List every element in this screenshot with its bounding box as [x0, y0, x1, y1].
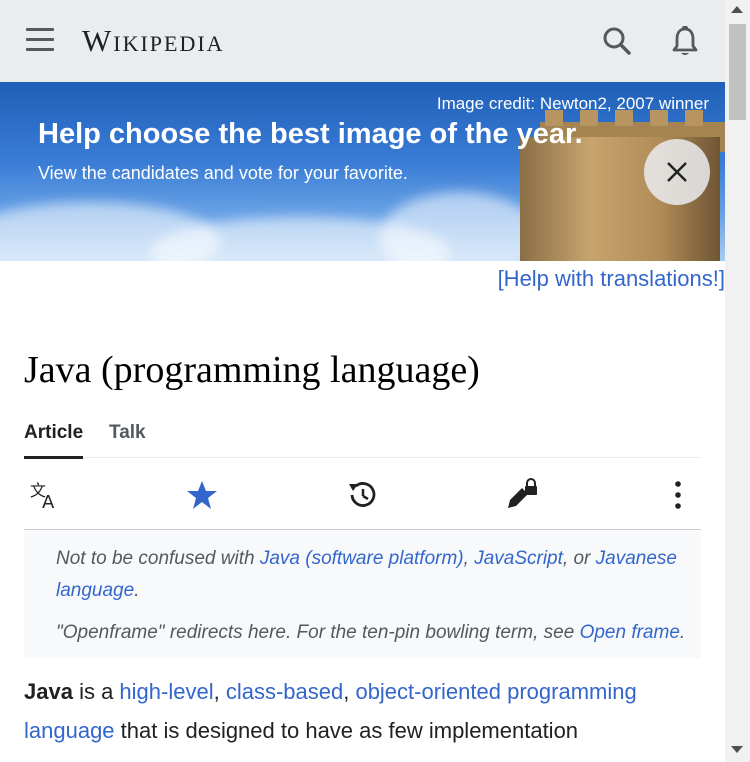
image-credit[interactable]: Image credit: Newton2, 2007 winner: [437, 94, 709, 114]
image-of-the-year-banner[interactable]: Image credit: Newton2, 2007 winner Help …: [0, 82, 725, 261]
hatnote-redirect: "Openframe" redirects here. For the ten-…: [56, 622, 686, 643]
tab-article[interactable]: Article: [24, 422, 84, 459]
search-icon[interactable]: [600, 24, 634, 58]
tab-talk[interactable]: Talk: [109, 422, 146, 456]
wikipedia-logo[interactable]: Wikipedia: [82, 23, 225, 59]
edit-lock-icon[interactable]: [504, 478, 540, 512]
hatnote-disambiguation: Not to be confused with Java (software p…: [56, 548, 677, 601]
more-icon[interactable]: [660, 478, 696, 512]
scroll-down-arrow-icon[interactable]: [731, 746, 743, 753]
menu-icon[interactable]: [26, 28, 54, 52]
scrollbar-thumb[interactable]: [729, 24, 746, 120]
header-bar: Wikipedia: [0, 0, 725, 82]
hatnote-box: Not to be confused with Java (software p…: [24, 531, 701, 658]
language-icon[interactable]: 文 A: [28, 478, 64, 513]
namespace-tabs: Article Talk: [24, 420, 701, 459]
star-icon[interactable]: [184, 478, 220, 512]
link-javascript[interactable]: JavaScript: [474, 548, 563, 569]
link-java-software-platform[interactable]: Java (software platform): [260, 548, 464, 569]
close-icon[interactable]: [644, 139, 710, 205]
link-high-level[interactable]: high-level: [119, 679, 213, 704]
scrollbar[interactable]: [725, 0, 750, 762]
link-open-frame[interactable]: Open frame: [580, 622, 680, 643]
lead-paragraph: Java is a high-level, class-based, objec…: [24, 679, 637, 743]
bell-icon[interactable]: [668, 24, 702, 58]
page-actions-bar: 文 A: [24, 458, 701, 530]
svg-text:A: A: [42, 492, 55, 512]
scroll-up-arrow-icon[interactable]: [731, 6, 743, 13]
bold-term: Java: [24, 679, 73, 704]
link-class-based[interactable]: class-based: [226, 679, 343, 704]
history-icon[interactable]: [344, 478, 380, 512]
banner-title: Help choose the best image of the year.: [38, 118, 583, 150]
banner-subtitle: View the candidates and vote for your fa…: [38, 163, 408, 183]
page-title: Java (programming language): [24, 349, 480, 391]
help-translations-link[interactable]: [Help with translations!]: [498, 266, 725, 292]
